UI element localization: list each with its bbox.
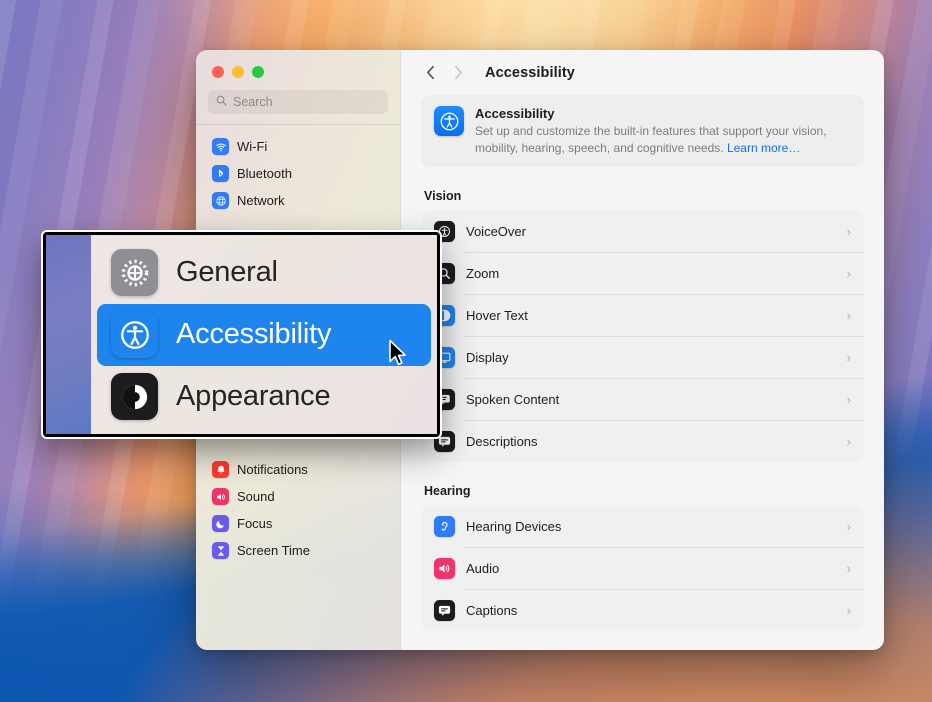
magnified-item-label: Accessibility [176, 318, 332, 350]
settings-row-label: Audio [466, 560, 500, 576]
section-card-hearing: Hearing Devices › Audio › Captions › [421, 505, 864, 632]
section-card-vision: VoiceOver › Zoom › Hover Text › Display › Spoken… [421, 210, 864, 463]
settings-list: Accessibility Set up and customize the b… [401, 95, 884, 650]
chevron-right-icon: › [846, 391, 851, 407]
settings-row-voiceover[interactable]: VoiceOver › [421, 210, 864, 252]
appearance-icon [111, 373, 158, 420]
forward-button[interactable] [447, 60, 469, 86]
sidebar-item-wi-fi[interactable]: Wi-Fi [206, 133, 390, 160]
settings-row-spoken-content[interactable]: Spoken Content › [421, 378, 864, 420]
sidebar-group: Notifications Sound Focus Screen Time [206, 456, 390, 564]
chevron-right-icon: › [846, 349, 851, 365]
sidebar-item-label: Network [237, 193, 285, 208]
learn-more-link[interactable]: Learn more… [727, 141, 800, 155]
notifications-icon [212, 461, 229, 478]
sidebar-item-label: Sound [237, 489, 275, 504]
minimize-button[interactable] [232, 66, 244, 78]
magnified-item-label: Appearance [176, 380, 331, 412]
sidebar-item-label: Screen Time [237, 543, 310, 558]
window-controls [208, 61, 388, 90]
chevron-right-icon: › [846, 223, 851, 239]
sidebar-item-label: Bluetooth [237, 166, 292, 181]
sidebar-item-focus[interactable]: Focus [206, 510, 390, 537]
accessibility-icon [434, 106, 464, 136]
settings-row-descriptions[interactable]: Descriptions › [421, 420, 864, 462]
banner-description: Set up and customize the built-in featur… [475, 123, 851, 156]
settings-row-label: Captions [466, 602, 518, 618]
sidebar-item-notifications[interactable]: Notifications [206, 456, 390, 483]
chevron-right-icon: › [846, 433, 851, 449]
settings-row-label: Hearing Devices [466, 518, 562, 534]
gear-icon [111, 249, 158, 296]
banner-title: Accessibility [475, 106, 555, 121]
magnified-sidebar-items[interactable]: General Accessibility Appearance [91, 235, 437, 434]
hearing-devices-icon [434, 515, 455, 537]
captions-icon [434, 599, 455, 621]
settings-row-label: Hover Text [466, 307, 528, 323]
page-title: Accessibility [485, 64, 575, 81]
settings-row-display[interactable]: Display › [421, 336, 864, 378]
settings-row-label: Spoken Content [466, 391, 560, 407]
settings-row-hover-text[interactable]: Hover Text › [421, 294, 864, 336]
section-title-hearing: Hearing [424, 484, 471, 499]
content-pane: Accessibility Accessibility Set up and c… [400, 50, 884, 650]
chevron-right-icon: › [846, 265, 851, 281]
bluetooth-icon [212, 165, 229, 182]
focus-icon [212, 515, 229, 532]
settings-row-hearing-devices[interactable]: Hearing Devices › [421, 505, 864, 547]
wifi-icon [212, 138, 229, 155]
settings-row-label: Descriptions [466, 433, 538, 449]
sidebar-item-label: Focus [237, 516, 273, 531]
screentime-icon [212, 542, 229, 559]
accessibility-icon [111, 311, 158, 358]
magnified-item-accessibility[interactable]: Accessibility [97, 303, 431, 366]
search-icon [216, 93, 227, 111]
chevron-right-icon [454, 65, 462, 80]
settings-row-captions[interactable]: Captions › [421, 589, 864, 631]
chevron-right-icon: › [846, 518, 851, 534]
zoom-magnifier-overlay: General Accessibility Appearance [43, 232, 440, 437]
arrow-cursor [389, 339, 406, 366]
magnified-item-appearance[interactable]: Appearance [97, 366, 431, 428]
banner-text: Accessibility Set up and customize the b… [475, 106, 851, 156]
chevron-left-icon [426, 65, 434, 80]
sidebar-group: Wi-Fi Bluetooth Network [206, 133, 390, 214]
section-title-vision: Vision [424, 189, 462, 204]
desktop-background: Search Wi-Fi Bluetooth Network General Acces… [0, 0, 932, 702]
zoom-button[interactable] [252, 66, 264, 78]
sound-icon [212, 488, 229, 505]
settings-row-label: Zoom [466, 265, 500, 281]
back-button[interactable] [419, 60, 441, 86]
sidebar-item-label: Wi-Fi [237, 139, 268, 154]
toolbar: Accessibility [401, 50, 884, 95]
settings-row-label: Display [466, 349, 509, 365]
accessibility-banner: Accessibility Set up and customize the b… [421, 95, 864, 168]
magnified-item-general[interactable]: General [97, 242, 431, 304]
magnified-wallpaper-strip [46, 235, 91, 434]
audio-icon [434, 557, 455, 579]
sections-container: Vision VoiceOver › Zoom › Hover Text › Display ›… [421, 189, 864, 632]
sidebar-item-screen-time[interactable]: Screen Time [206, 537, 390, 564]
chevron-right-icon: › [846, 560, 851, 576]
settings-row-label: VoiceOver [466, 223, 526, 239]
chevron-right-icon: › [846, 602, 851, 618]
search-placeholder: Search [233, 95, 273, 109]
sidebar-header: Search [196, 50, 400, 124]
settings-row-audio[interactable]: Audio › [421, 547, 864, 589]
search-input[interactable]: Search [208, 90, 388, 114]
sidebar-item-label: Notifications [237, 462, 308, 477]
settings-row-zoom[interactable]: Zoom › [421, 252, 864, 294]
sidebar-divider [196, 124, 400, 125]
globe-icon [212, 192, 229, 209]
sidebar-item-network[interactable]: Network [206, 187, 390, 214]
sidebar-item-sound[interactable]: Sound [206, 483, 390, 510]
magnified-item-label: General [176, 256, 278, 288]
sidebar-item-bluetooth[interactable]: Bluetooth [206, 160, 390, 187]
close-button[interactable] [212, 66, 224, 78]
chevron-right-icon: › [846, 307, 851, 323]
